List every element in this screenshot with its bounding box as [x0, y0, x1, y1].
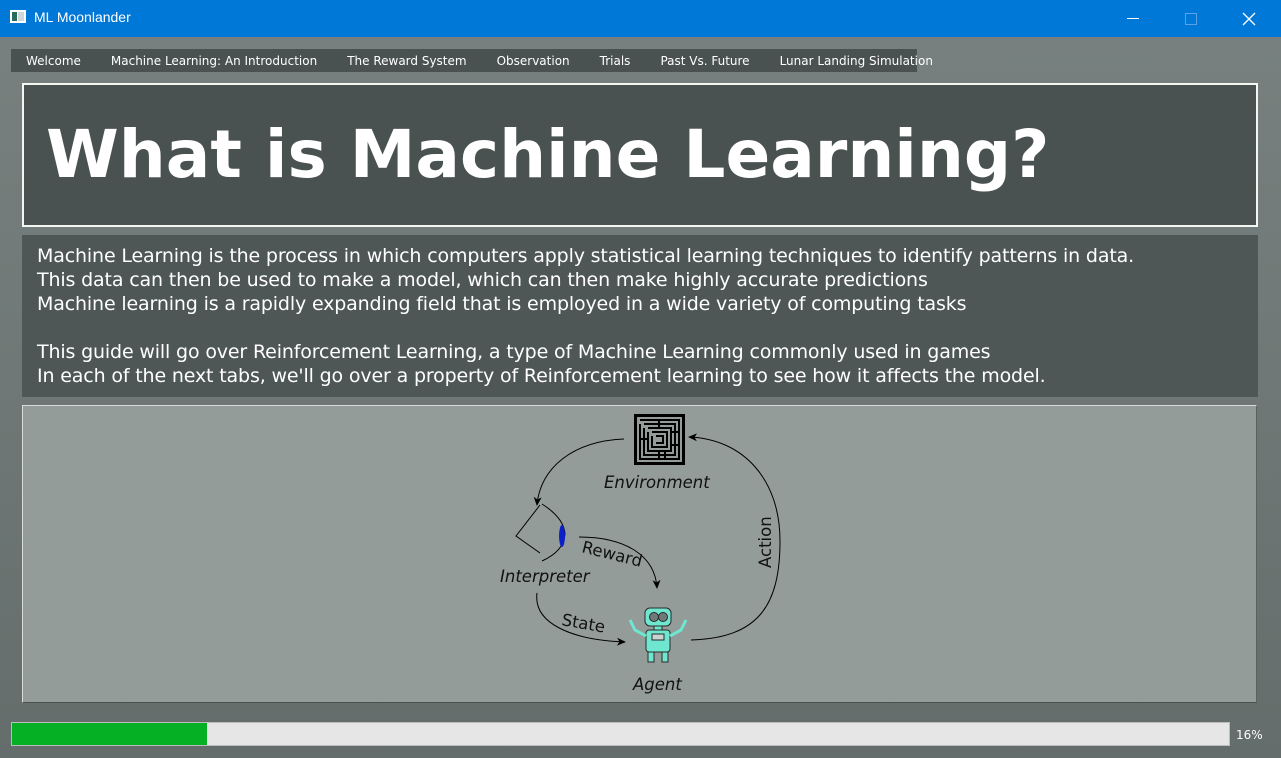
description-line-5: In each of the next tabs, we'll go over …: [37, 365, 1046, 387]
description-line-1: Machine Learning is the process in which…: [37, 245, 1135, 267]
robot-icon: [628, 607, 688, 663]
minimize-button[interactable]: [1104, 0, 1162, 37]
progress-bar: [11, 722, 1230, 746]
tab-bar: Welcome Machine Learning: An Introductio…: [11, 49, 933, 72]
progress-bar-fill: [12, 723, 207, 745]
description-line-4: This guide will go over Reinforcement Le…: [37, 341, 991, 363]
tab-observation[interactable]: Observation: [482, 49, 585, 72]
environment-label: Environment: [604, 473, 710, 492]
progress-percent-label: 16%: [1236, 728, 1263, 742]
tab-machine-learning-intro[interactable]: Machine Learning: An Introduction: [95, 49, 333, 72]
state-label: State: [560, 610, 606, 636]
eye-icon: [515, 503, 566, 562]
environment-to-interpreter-arrow: [533, 438, 625, 506]
rl-diagram: Environment Interpreter Agent Reward Sta…: [500, 414, 781, 694]
close-icon: [1242, 12, 1256, 26]
maximize-icon: [1185, 13, 1197, 25]
tab-trials[interactable]: Trials: [585, 49, 646, 72]
tab-lunar-landing-simulation[interactable]: Lunar Landing Simulation: [765, 49, 948, 72]
header-panel: What is Machine Learning?: [22, 83, 1258, 227]
maximize-button[interactable]: [1162, 0, 1220, 37]
maze-icon: [634, 414, 685, 465]
agent-label: Agent: [632, 675, 682, 694]
action-label: Action: [756, 516, 775, 568]
page-title: What is Machine Learning?: [46, 116, 1050, 193]
close-button[interactable]: [1220, 0, 1278, 37]
interpreter-label: Interpreter: [500, 567, 591, 586]
title-bar: ML Moonlander: [0, 0, 1281, 37]
reward-label: Reward: [580, 537, 644, 570]
window-title: ML Moonlander: [34, 9, 131, 25]
description-panel: Machine Learning is the process in which…: [22, 235, 1258, 397]
minimize-icon: [1127, 18, 1139, 19]
app-icon: [10, 10, 26, 23]
tab-welcome[interactable]: Welcome: [11, 49, 96, 72]
description-line-2: This data can then be used to make a mod…: [37, 269, 928, 291]
tab-past-vs-future[interactable]: Past Vs. Future: [645, 49, 764, 72]
tab-reward-system[interactable]: The Reward System: [332, 49, 481, 72]
rl-diagram-panel: Environment Interpreter Agent Reward Sta…: [22, 405, 1257, 703]
description-line-3: Machine learning is a rapidly expanding …: [37, 293, 967, 315]
